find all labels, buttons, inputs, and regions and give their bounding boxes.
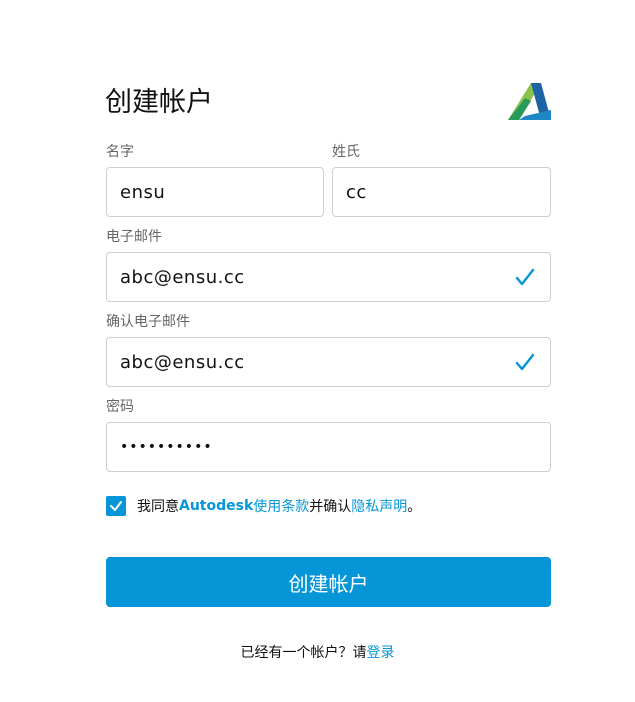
- autodesk-brand-text: Autodesk: [179, 498, 254, 514]
- terms-checkbox[interactable]: [106, 496, 126, 516]
- first-name-value: ensu: [120, 181, 166, 203]
- signin-prompt: 已经有一个帐户？请登录: [0, 642, 635, 662]
- email-label: 电子邮件: [106, 229, 162, 245]
- password-field[interactable]: ••••••••••: [106, 422, 551, 472]
- email-value: abc@ensu.cc: [120, 266, 245, 288]
- create-account-button[interactable]: 创建帐户: [106, 557, 551, 607]
- first-name-label: 名字: [106, 144, 134, 160]
- last-name-value: cc: [346, 181, 367, 203]
- consent-prefix: 我同意: [137, 499, 179, 515]
- confirm-email-label: 确认电子邮件: [106, 314, 190, 330]
- page-title: 创建帐户: [105, 87, 213, 118]
- confirm-email-field[interactable]: abc@ensu.cc: [106, 337, 551, 387]
- consent-suffix: 。: [407, 499, 422, 515]
- first-name-field[interactable]: ensu: [106, 167, 324, 217]
- last-name-field[interactable]: cc: [332, 167, 551, 217]
- password-label: 密码: [106, 399, 134, 415]
- password-value: ••••••••••: [120, 439, 213, 455]
- last-name-label: 姓氏: [332, 144, 360, 160]
- privacy-statement-link[interactable]: 隐私声明: [351, 496, 407, 516]
- email-field[interactable]: abc@ensu.cc: [106, 252, 551, 302]
- consent-middle: 并确认: [309, 499, 352, 515]
- signin-link[interactable]: 登录: [367, 645, 395, 661]
- terms-of-use-link[interactable]: 使用条款: [253, 496, 309, 516]
- checkbox-checked-icon: [110, 501, 122, 511]
- terms-consent: 我同意 Autodesk 使用条款 并确认 隐私声明 。: [106, 496, 421, 516]
- checkmark-icon: [515, 268, 535, 286]
- autodesk-logo-icon: [508, 83, 551, 120]
- confirm-email-value: abc@ensu.cc: [120, 351, 245, 373]
- checkmark-icon: [515, 353, 535, 371]
- signin-text: 已经有一个帐户？请: [240, 645, 367, 661]
